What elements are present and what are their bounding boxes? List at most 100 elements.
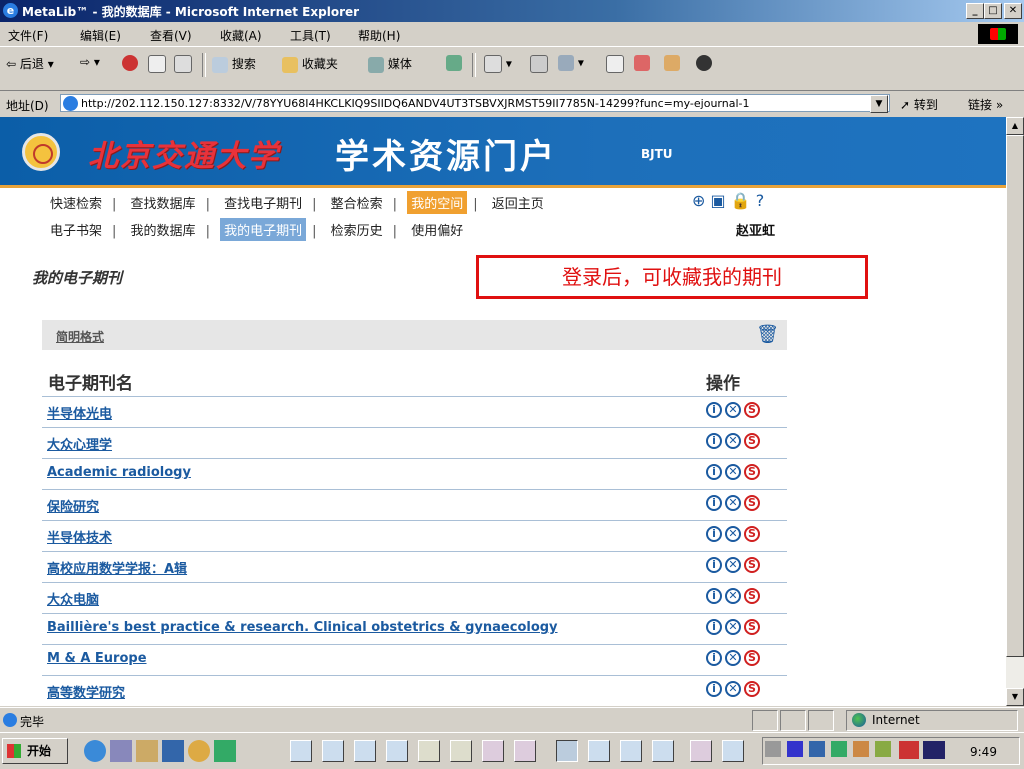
- scroll-thumb[interactable]: [1006, 135, 1024, 657]
- info-icon[interactable]: i: [706, 495, 722, 511]
- menu-tools[interactable]: 工具(T): [290, 27, 331, 44]
- info-icon[interactable]: i: [706, 650, 722, 666]
- remove-icon[interactable]: ✕: [725, 464, 741, 480]
- info-icon[interactable]: i: [706, 526, 722, 542]
- print-button[interactable]: [530, 55, 548, 73]
- refresh-button[interactable]: [148, 55, 166, 73]
- quicklaunch-app1-icon[interactable]: [162, 740, 184, 762]
- task-button-12[interactable]: [652, 740, 674, 762]
- maximize-button[interactable]: □: [984, 3, 1002, 19]
- sfx-link-icon[interactable]: S: [744, 402, 760, 418]
- task-button-1[interactable]: [290, 740, 312, 762]
- task-button-10[interactable]: [588, 740, 610, 762]
- search-button[interactable]: 搜索: [212, 55, 256, 73]
- history-button[interactable]: [446, 55, 462, 71]
- remove-icon[interactable]: ✕: [725, 650, 741, 666]
- remove-icon[interactable]: ✕: [725, 402, 741, 418]
- remove-icon[interactable]: ✕: [725, 557, 741, 573]
- journal-title-link[interactable]: M & A Europe: [47, 651, 147, 666]
- go-button[interactable]: ➚ 转到: [900, 96, 938, 113]
- task-button-3[interactable]: [354, 740, 376, 762]
- journal-title-link[interactable]: Academic radiology: [47, 465, 191, 480]
- quicklaunch-outlook-icon[interactable]: [110, 740, 132, 762]
- info-icon[interactable]: i: [706, 588, 722, 604]
- remove-icon[interactable]: ✕: [725, 433, 741, 449]
- info-icon[interactable]: i: [706, 681, 722, 697]
- discuss-button[interactable]: [606, 55, 624, 73]
- language-ch-icon[interactable]: [923, 741, 945, 759]
- sfx-link-icon[interactable]: S: [744, 557, 760, 573]
- tray-app4-icon[interactable]: [853, 741, 869, 757]
- task-button-active[interactable]: [556, 740, 578, 762]
- menu-view[interactable]: 查看(V): [150, 27, 192, 44]
- sfx-link-icon[interactable]: S: [744, 526, 760, 542]
- edit-button[interactable]: ▾: [558, 55, 584, 71]
- start-button[interactable]: 开始: [2, 738, 68, 764]
- menu-edit[interactable]: 编辑(E): [80, 27, 121, 44]
- journal-title-link[interactable]: 高校应用数学学报：A辑: [47, 558, 187, 577]
- task-button-13[interactable]: [690, 740, 712, 762]
- info-icon[interactable]: i: [706, 464, 722, 480]
- help-icon[interactable]: ?: [756, 191, 765, 210]
- nav-find-ejournal[interactable]: 查找电子期刊: [220, 191, 306, 214]
- sfx-link-icon[interactable]: S: [744, 681, 760, 697]
- task-button-7[interactable]: [482, 740, 504, 762]
- stop-button[interactable]: [122, 55, 138, 71]
- messenger-button[interactable]: [634, 55, 650, 71]
- links-button[interactable]: 链接 »: [968, 96, 1003, 113]
- favorites-button[interactable]: 收藏夹: [282, 55, 338, 73]
- close-button[interactable]: ✕: [1004, 3, 1022, 19]
- media-button[interactable]: 媒体: [368, 55, 412, 73]
- remove-icon[interactable]: ✕: [725, 526, 741, 542]
- task-button-11[interactable]: [620, 740, 642, 762]
- volume-icon[interactable]: [765, 741, 781, 757]
- info-icon[interactable]: i: [706, 557, 722, 573]
- info-icon[interactable]: i: [706, 402, 722, 418]
- journal-title-link[interactable]: 保险研究: [47, 496, 99, 515]
- journal-title-link[interactable]: 半导体技术: [47, 527, 112, 546]
- task-button-5[interactable]: [418, 740, 440, 762]
- journal-title-link[interactable]: 大众电脑: [47, 589, 99, 608]
- quicklaunch-ie-icon[interactable]: [84, 740, 106, 762]
- brief-format-link[interactable]: 简明格式: [56, 328, 104, 345]
- info-panel-icon[interactable]: ▣: [711, 191, 726, 210]
- task-button-6[interactable]: [450, 740, 472, 762]
- tray-app1-icon[interactable]: [787, 741, 803, 757]
- input-method-icon[interactable]: [899, 741, 919, 759]
- menu-file[interactable]: 文件(F): [8, 27, 48, 44]
- info-icon[interactable]: i: [706, 619, 722, 635]
- task-button-4[interactable]: [386, 740, 408, 762]
- sfx-link-icon[interactable]: S: [744, 650, 760, 666]
- vertical-scrollbar[interactable]: ▲ ▼: [1006, 117, 1024, 706]
- nav-quick-search[interactable]: 快速检索: [46, 191, 106, 214]
- task-button-14[interactable]: [722, 740, 744, 762]
- sfx-link-icon[interactable]: S: [744, 433, 760, 449]
- quicklaunch-desktop-icon[interactable]: [136, 740, 158, 762]
- forward-button[interactable]: ⇨ ▾: [80, 55, 100, 69]
- journal-title-link[interactable]: Baillière's best practice & research. Cl…: [47, 620, 558, 635]
- back-button[interactable]: ⇦ 后退 ▾: [6, 55, 54, 72]
- address-dropdown-icon[interactable]: ▼: [870, 95, 888, 113]
- trash-icon[interactable]: 🗑: [756, 324, 779, 345]
- lock-icon[interactable]: 🔒: [731, 191, 751, 210]
- scroll-down-button[interactable]: ▼: [1006, 688, 1024, 706]
- quicklaunch-app3-icon[interactable]: [214, 740, 236, 762]
- remove-icon[interactable]: ✕: [725, 495, 741, 511]
- nav-home[interactable]: 返回主页: [488, 191, 548, 214]
- remove-icon[interactable]: ✕: [725, 619, 741, 635]
- sfx-link-icon[interactable]: S: [744, 464, 760, 480]
- journal-title-link[interactable]: 高等数学研究: [47, 682, 125, 701]
- sfx-link-icon[interactable]: S: [744, 588, 760, 604]
- nav-my-databases[interactable]: 我的数据库: [127, 218, 200, 241]
- nav-preferences[interactable]: 使用偏好: [407, 218, 467, 241]
- minimize-button[interactable]: _: [966, 3, 984, 19]
- home-button[interactable]: [174, 55, 192, 73]
- tray-app2-icon[interactable]: [809, 741, 825, 757]
- research-button[interactable]: [664, 55, 680, 71]
- language-icon[interactable]: ⊕: [692, 191, 705, 210]
- task-button-8[interactable]: [514, 740, 536, 762]
- menu-favorites[interactable]: 收藏(A): [220, 27, 262, 44]
- tray-app5-icon[interactable]: [875, 741, 891, 757]
- nav-find-database[interactable]: 查找数据库: [127, 191, 200, 214]
- nav-my-space[interactable]: 我的空间: [407, 191, 468, 214]
